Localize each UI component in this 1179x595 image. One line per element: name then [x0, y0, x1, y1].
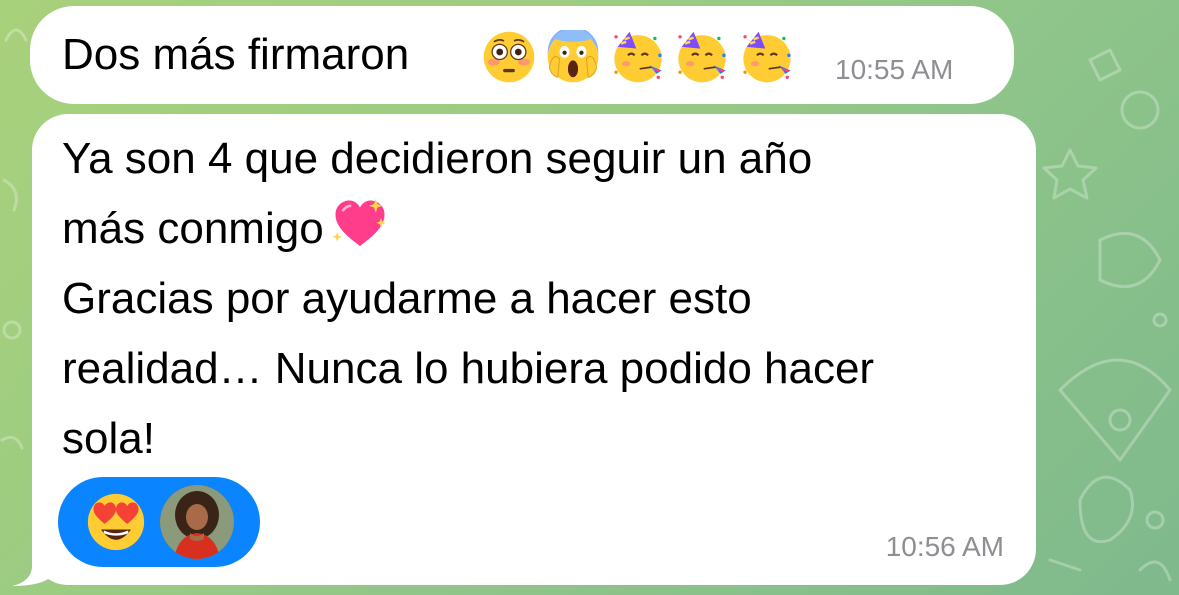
- heart-eyes-face-icon: [87, 493, 145, 551]
- message-line: Ya son 4 que decidieron seguir un año: [62, 134, 813, 183]
- message-line: más conmigo: [62, 204, 324, 253]
- message-timestamp: 10:56 AM: [885, 531, 1004, 562]
- message-emoji-group: [482, 30, 800, 84]
- message-timestamp: 10:55 AM: [835, 54, 954, 85]
- partying-face-icon: [743, 31, 791, 83]
- partying-face-icon: [678, 31, 726, 83]
- message-bubble[interactable]: Dos más firmaron 10:55 AM: [30, 6, 1014, 104]
- user-avatar: [160, 485, 234, 559]
- avatar-photo: [160, 485, 234, 559]
- message-text: Ya son 4 que decidieron seguir un año má…: [62, 124, 1012, 474]
- message-line: sola!: [62, 414, 155, 463]
- message-line: realidad… Nunca lo hubiera podido hacer: [62, 344, 875, 393]
- flushed-face-icon: [483, 31, 535, 83]
- reaction-pill[interactable]: [58, 477, 260, 567]
- message-line: Gracias por ayudarme a hacer esto: [62, 274, 752, 323]
- message-line-with-emoji: más conmigo: [62, 194, 1012, 264]
- sparkling-heart-icon: [332, 198, 386, 246]
- message-bubble[interactable]: Ya son 4 que decidieron seguir un año má…: [32, 114, 1036, 585]
- screaming-face-icon: [548, 30, 599, 83]
- message-bubble-tail: [12, 548, 52, 586]
- partying-face-icon: [614, 31, 662, 83]
- message-text: Dos más firmaron: [62, 30, 410, 79]
